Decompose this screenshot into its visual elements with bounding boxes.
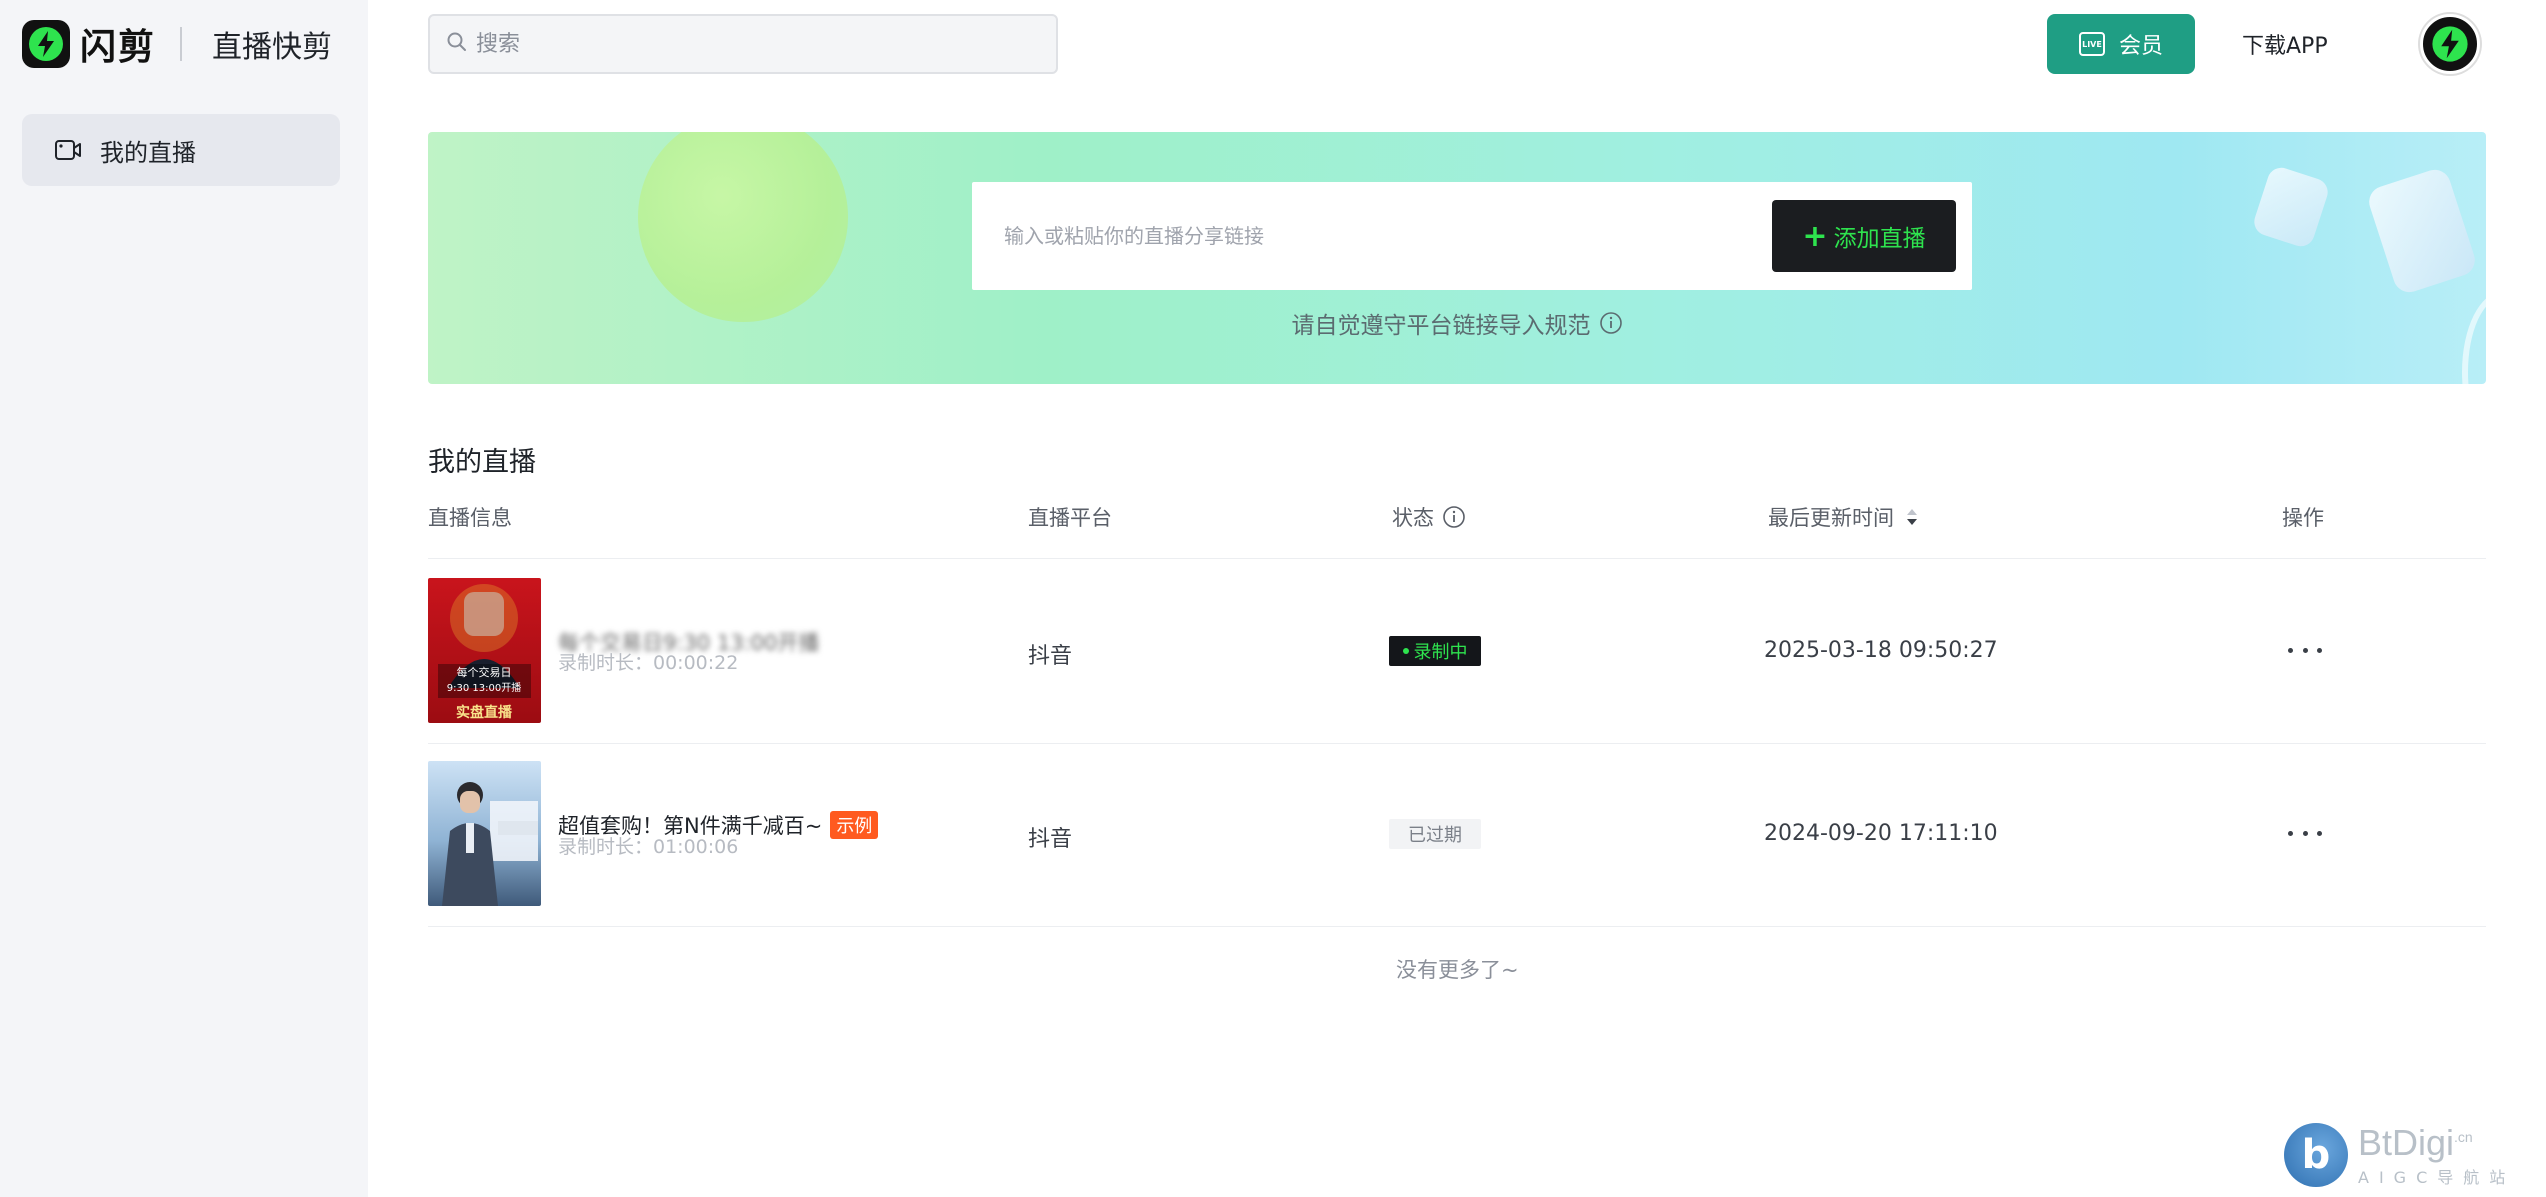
more-dot [2317, 830, 2322, 836]
download-app-link[interactable]: 下载APP [2242, 28, 2328, 60]
watermark: b BtDigi.cn AIGC导航站 [2284, 1122, 2515, 1188]
column-header-info: 直播信息 [428, 506, 512, 530]
info-icon[interactable] [1442, 505, 1466, 529]
updated-time: 2024-09-20 17:11:10 [1764, 821, 1998, 846]
updated-time: 2025-03-18 09:50:27 [1764, 638, 1998, 663]
more-dot [2288, 830, 2293, 836]
thumb-caption-2: 9:30 13:00开播 [447, 681, 521, 694]
sidebar-item-label: 我的直播 [100, 138, 196, 167]
sidebar: 闪剪 直播快剪 我的直播 [0, 0, 368, 1197]
live-link-form: + 添加直播 [972, 182, 1972, 290]
platform-cell: 抖音 [1028, 644, 1073, 669]
add-live-banner: + 添加直播 请自觉遵守平台链接导入规范 [428, 132, 2486, 384]
user-avatar[interactable] [2420, 14, 2480, 74]
more-dot [2302, 830, 2308, 836]
thumb-caption-1: 每个交易日 [457, 665, 512, 679]
table-header-divider [428, 558, 2486, 559]
more-dot [2302, 647, 2308, 653]
more-dot [2317, 647, 2322, 653]
add-live-label: 添加直播 [1833, 226, 1926, 252]
search-box[interactable] [428, 14, 1058, 74]
row-divider [428, 926, 2486, 927]
video-camera-icon [54, 138, 82, 162]
record-duration: 录制时长：01:00:06 [558, 836, 739, 858]
app-logo[interactable]: 闪剪 直播快剪 [22, 18, 332, 70]
list-end-text: 没有更多了~ [1396, 958, 1519, 982]
recording-dot-icon [1402, 648, 1409, 654]
watermark-logo-icon: b [2284, 1123, 2348, 1187]
add-live-button[interactable]: + 添加直播 [1772, 200, 1956, 272]
more-dot [2288, 647, 2293, 653]
import-notice-text: 请自觉遵守平台链接导入规范 [1291, 313, 1591, 339]
banner-decor-cube [2365, 165, 2479, 297]
record-duration: 录制时长：00:00:22 [558, 652, 739, 674]
more-actions-button[interactable] [2288, 823, 2322, 843]
thumb-caption-3: 实盘直播 [456, 704, 513, 721]
live-thumbnail[interactable] [428, 761, 541, 906]
sample-tag: 示例 [830, 811, 879, 839]
column-header-status-label: 状态 [1392, 506, 1434, 530]
more-actions-button[interactable] [2288, 640, 2322, 660]
vip-label: 会员 [2118, 34, 2163, 59]
plus-icon: + [1802, 218, 1828, 254]
vip-button[interactable]: LIVE 会员 [2047, 14, 2195, 74]
column-header-platform: 直播平台 [1028, 506, 1112, 530]
column-header-updated[interactable]: 最后更新时间 [1768, 502, 1920, 532]
live-thumbnail[interactable]: 每个交易日 9:30 13:00开播 实盘直播 [428, 578, 541, 723]
lightning-logo-icon [22, 20, 70, 68]
sort-icon[interactable] [1904, 507, 1920, 527]
watermark-brand: BtDigi.cn [2358, 1122, 2515, 1164]
column-header-updated-label: 最后更新时间 [1768, 506, 1894, 530]
status-badge: 录制中 [1389, 636, 1481, 666]
row-divider [428, 743, 2486, 744]
live-link-input[interactable] [972, 224, 1772, 248]
search-input[interactable] [476, 31, 1036, 57]
status-badge: 已过期 [1389, 819, 1481, 849]
platform-cell: 抖音 [1028, 827, 1073, 852]
banner-decor-cube [2250, 164, 2332, 250]
lightning-avatar-icon [2432, 26, 2468, 62]
import-notice: 请自觉遵守平台链接导入规范 [428, 306, 2486, 340]
banner-decor-circle [638, 132, 848, 322]
column-header-actions: 操作 [2282, 506, 2324, 530]
logo-divider [180, 27, 183, 61]
watermark-brand-name: BtDigi [2358, 1122, 2455, 1163]
column-header-status: 状态 [1392, 502, 1466, 532]
status-label: 已过期 [1408, 825, 1462, 846]
info-icon[interactable] [1599, 311, 1623, 335]
live-calendar-icon: LIVE [2078, 32, 2105, 56]
search-icon [446, 31, 468, 57]
sidebar-item-my-live[interactable]: 我的直播 [22, 114, 340, 186]
watermark-subtitle: AIGC导航站 [2358, 1168, 2516, 1187]
watermark-brand-suffix: .cn [2454, 1129, 2473, 1145]
section-title: 我的直播 [428, 447, 536, 478]
status-label: 录制中 [1413, 642, 1468, 663]
app-name: 闪剪 [80, 27, 157, 68]
watermark-text: BtDigi.cn AIGC导航站 [2358, 1122, 2515, 1188]
product-name: 直播快剪 [212, 30, 333, 65]
